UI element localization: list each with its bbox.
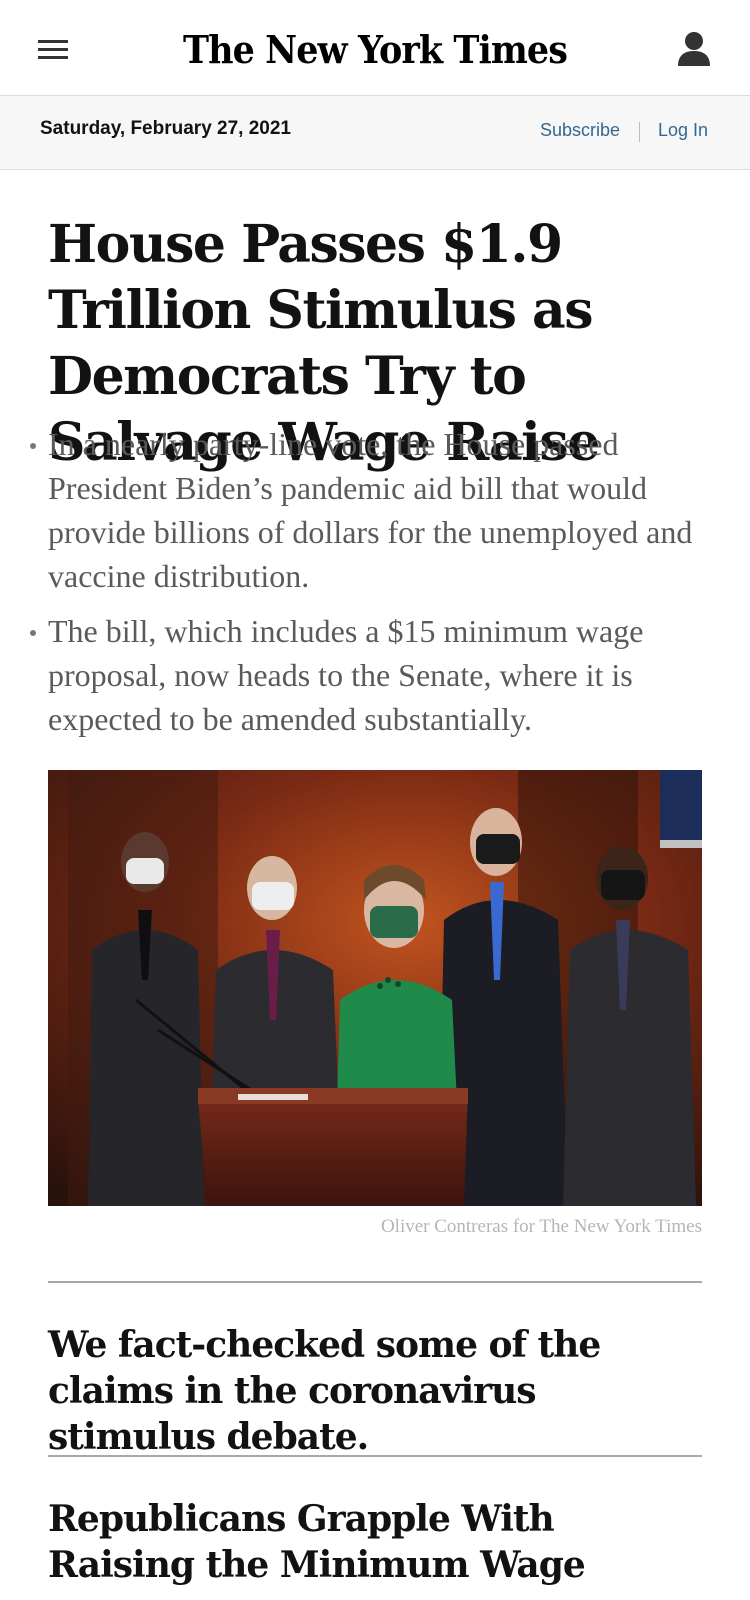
bullet-icon — [30, 443, 36, 449]
menu-bar — [38, 56, 68, 59]
story-headline[interactable]: Republicans Grapple With Raising the Min… — [48, 1496, 708, 1588]
summary-item: In a nearly party-line vote, the House p… — [28, 422, 718, 598]
photo-credit: Oliver Contreras for The New York Times — [380, 1216, 702, 1237]
bullet-icon — [30, 630, 36, 636]
section-divider — [48, 1455, 702, 1457]
nyt-logo[interactable]: The New York Times — [168, 22, 582, 78]
divider — [639, 122, 640, 142]
menu-bar — [38, 40, 68, 43]
lead-story-photo[interactable] — [48, 770, 702, 1206]
date-bar: Saturday, February 27, 2021 Subscribe Lo… — [0, 96, 750, 170]
summary-item: The bill, which includes a $15 minimum w… — [28, 609, 718, 741]
story-headline[interactable]: We fact-checked some of the claims in th… — [48, 1322, 708, 1460]
menu-bar — [38, 48, 68, 51]
lead-story-summary: In a nearly party-line vote, the House p… — [28, 422, 718, 752]
summary-text: In a nearly party-line vote, the House p… — [48, 426, 693, 594]
summary-text: The bill, which includes a $15 minimum w… — [48, 613, 644, 737]
hamburger-menu-icon[interactable] — [38, 38, 70, 62]
current-date: Saturday, February 27, 2021 — [40, 118, 291, 139]
masthead: The New York Times — [0, 0, 750, 96]
section-divider — [48, 1281, 702, 1283]
user-account-icon[interactable] — [676, 30, 712, 68]
subscribe-link[interactable]: Subscribe — [540, 120, 620, 141]
login-link[interactable]: Log In — [658, 120, 708, 141]
